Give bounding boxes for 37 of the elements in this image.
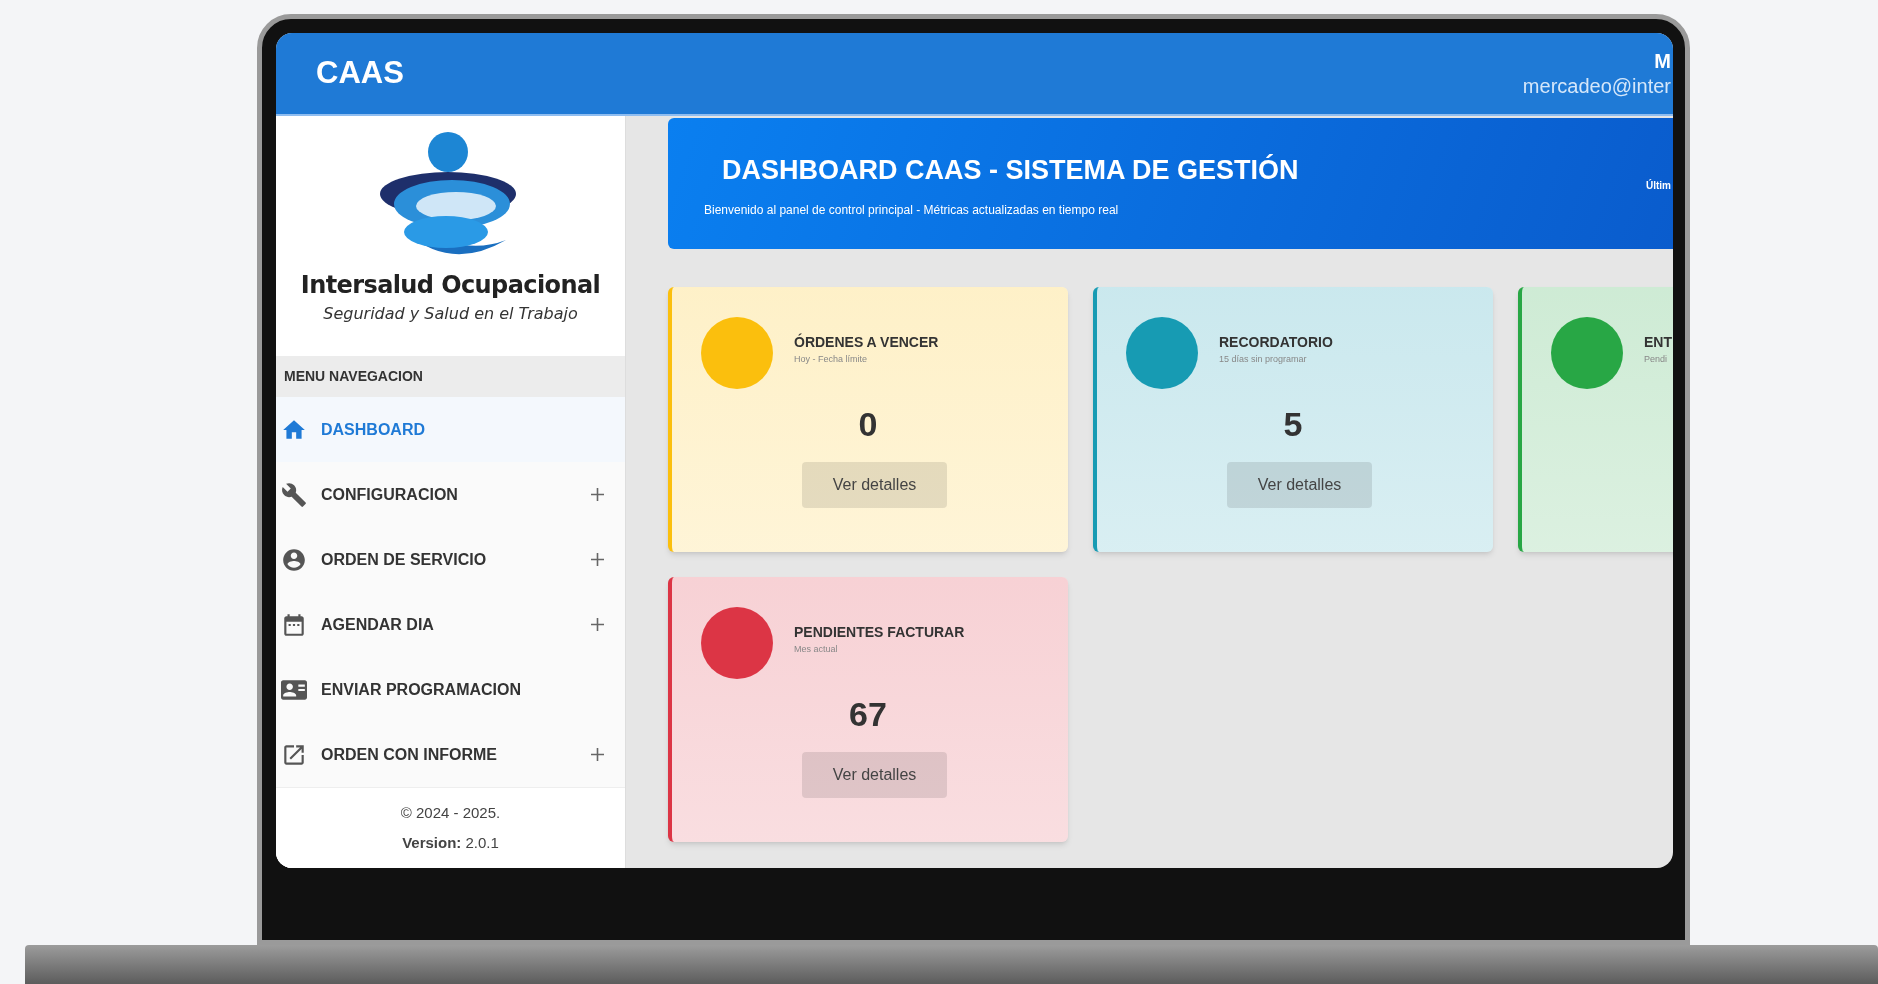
plus-icon bbox=[591, 553, 604, 566]
menu-item[interactable]: DASHBOARD bbox=[276, 397, 625, 462]
plus-icon bbox=[591, 748, 604, 761]
details-button[interactable]: Ver detalles bbox=[1227, 462, 1372, 508]
card-value: 5 bbox=[1283, 404, 1303, 445]
card-subtitle: 15 días sin programar bbox=[1219, 352, 1308, 366]
card-title: RECORDATORIO bbox=[1219, 332, 1333, 352]
menu-item[interactable]: ENVIAR PROGRAMACION bbox=[276, 657, 625, 722]
card-subtitle: Pendi bbox=[1644, 352, 1669, 366]
banner-subtitle: Bienvenido al panel de control principal - Métricas actualizadas en tiempo real bbox=[704, 201, 1120, 219]
menu-item[interactable]: AGENDAR DIA bbox=[276, 592, 625, 657]
card-value: 0 bbox=[858, 404, 878, 445]
card-title: PENDIENTES FACTURAR bbox=[794, 622, 965, 642]
banner-side-text: Últim bbox=[1646, 178, 1671, 193]
version-text: Version: 2.0.1 bbox=[402, 833, 499, 853]
card-title: ENT bbox=[1644, 332, 1672, 352]
wrench-icon bbox=[281, 481, 307, 508]
plus-icon bbox=[591, 618, 604, 631]
card-subtitle: Hoy - Fecha límite bbox=[794, 352, 869, 366]
card-title: ÓRDENES A VENCER bbox=[794, 332, 939, 352]
card-value: 67 bbox=[849, 694, 887, 735]
banner-title: DASHBOARD CAAS - SISTEMA DE GESTIÓN bbox=[722, 153, 1299, 187]
menu-heading: MENU NAVEGACION bbox=[284, 367, 423, 386]
calendar-icon bbox=[281, 611, 307, 638]
menu-item[interactable]: ORDEN CON INFORME bbox=[276, 722, 625, 787]
details-button[interactable]: Ver detalles bbox=[802, 752, 947, 798]
details-button[interactable]: Ver detalles bbox=[802, 462, 947, 508]
menu-item[interactable]: CONFIGURACION bbox=[276, 462, 625, 527]
card-subtitle: Mes actual bbox=[794, 642, 839, 656]
app-title: CAAS bbox=[316, 54, 404, 93]
menu-item[interactable]: ORDEN DE SERVICIO bbox=[276, 527, 625, 592]
plus-icon bbox=[591, 488, 604, 501]
brand-tagline: Seguridad y Salud en el Trabajo bbox=[323, 303, 578, 325]
brand-name: Intersalud Ocupacional bbox=[300, 270, 601, 300]
user-email: mercadeo@inter bbox=[1522, 73, 1671, 99]
user-name: M bbox=[1654, 48, 1671, 74]
copyright-text: © 2024 - 2025. bbox=[400, 802, 501, 823]
